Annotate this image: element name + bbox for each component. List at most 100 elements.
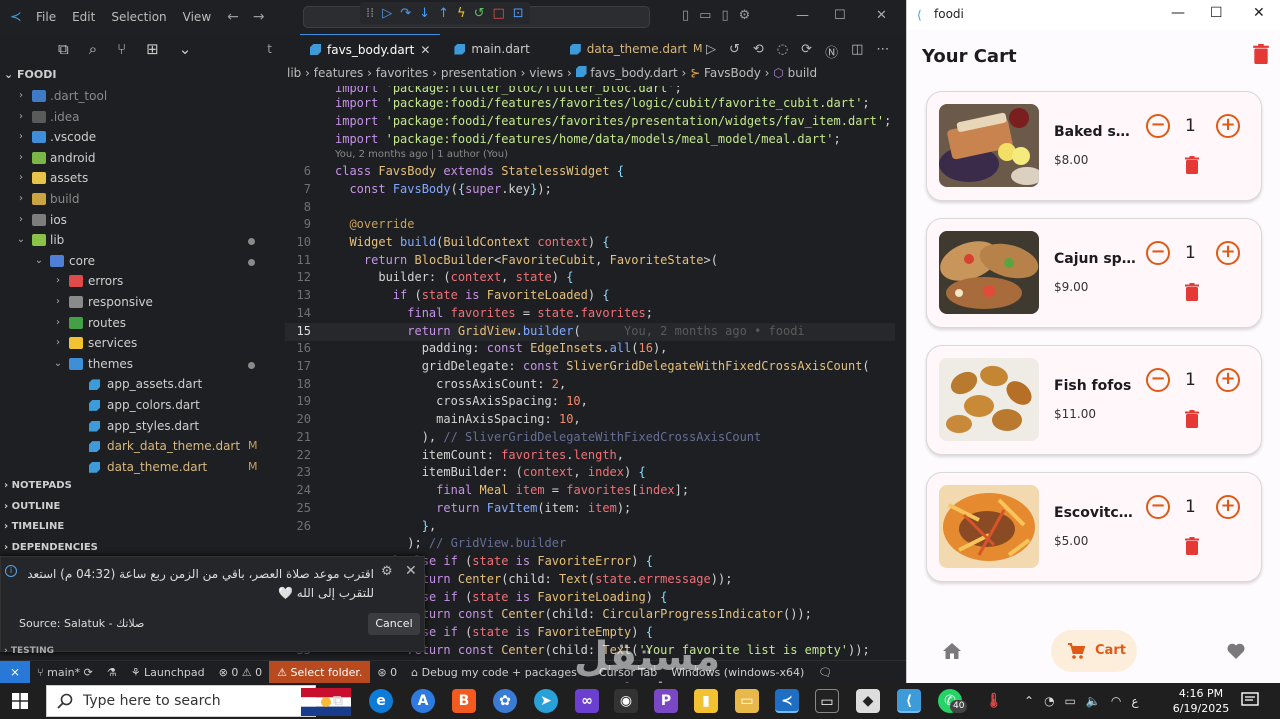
close-tab-icon[interactable]: ✕ <box>420 35 430 65</box>
tab-favs-body[interactable]: favs_body.dart ✕ <box>300 34 441 65</box>
breadcrumb-item[interactable]: features <box>314 66 364 80</box>
tree-item-lib[interactable]: ⌄ lib <box>0 230 272 251</box>
debug-mode-item[interactable]: ⌂ Debug my code + packages <box>404 666 584 679</box>
explorer-icon[interactable]: ⧉ <box>58 40 69 58</box>
tab-main[interactable]: main.dart <box>440 34 559 64</box>
panel-testing[interactable]: › TESTING <box>4 646 54 656</box>
panel-outline[interactable]: › OUTLINE <box>0 497 300 518</box>
language-indicator[interactable]: ع <box>1131 694 1138 708</box>
launchpad-item[interactable]: ⚘ Launchpad <box>124 666 212 679</box>
tree-item-assets[interactable]: › assets <box>0 168 272 189</box>
breadcrumb-item[interactable]: lib <box>287 66 301 80</box>
wifi-icon[interactable]: ◠ <box>1111 694 1121 708</box>
toggle-sidebar-icon[interactable]: ▯ <box>682 8 689 23</box>
tree-item-app-colors[interactable]: app_colors.dart <box>0 395 272 416</box>
tree-item-errors[interactable]: › errors <box>0 271 272 292</box>
app-close-icon[interactable]: ✕ <box>1253 5 1265 21</box>
delete-item-trash-icon[interactable] <box>1185 156 1199 174</box>
tree-item-vscode[interactable]: › .vscode <box>0 127 272 148</box>
tab-data-theme[interactable]: data_theme.dart M <box>560 34 713 64</box>
flutter-app-taskbar-icon[interactable]: ⟨ <box>897 689 921 713</box>
stop-icon[interactable]: □ <box>492 6 504 21</box>
tree-item-responsive[interactable]: › responsive <box>0 292 272 313</box>
taskbar-search-box[interactable]: Type here to search <box>46 685 351 717</box>
minimize-icon[interactable]: — <box>796 8 809 23</box>
step-into-icon[interactable]: ↓ <box>419 6 430 21</box>
timeline-icon[interactable]: ↺ <box>729 42 740 61</box>
delete-all-trash-icon[interactable] <box>1253 44 1269 64</box>
network-icon[interactable]: ▭ <box>1065 694 1076 708</box>
previous-change-icon[interactable]: ◌ <box>777 42 788 61</box>
notifications-bell-icon[interactable]: 🗨 <box>811 666 839 679</box>
breadcrumb-item[interactable]: views <box>529 66 563 80</box>
app-maximize-icon[interactable]: ☐ <box>1210 5 1223 21</box>
tree-item-app-styles[interactable]: app_styles.dart <box>0 416 272 437</box>
step-over-icon[interactable]: ↷ <box>400 6 411 21</box>
file-explorer-icon[interactable]: ▭ <box>735 689 759 713</box>
step-out-icon[interactable]: ↑ <box>438 6 449 21</box>
select-folder-warning[interactable]: ⚠ Select folder. <box>269 660 371 684</box>
breadcrumb-item[interactable]: build <box>788 66 818 80</box>
visual-studio-icon[interactable]: ∞ <box>575 689 599 713</box>
tree-item-routes[interactable]: › routes <box>0 313 272 334</box>
back-arrow-icon[interactable]: ← <box>227 9 239 25</box>
decrease-quantity-button[interactable]: − <box>1146 495 1170 519</box>
problems-indicator[interactable]: ⊗ 0 ⚠ 0 <box>212 666 270 679</box>
toggle-secondary-sidebar-icon[interactable]: ▯ <box>721 8 728 23</box>
delete-item-trash-icon[interactable] <box>1185 283 1199 301</box>
chevron-up-icon[interactable]: ⌃ <box>1024 694 1034 708</box>
notification-settings-gear-icon[interactable]: ⚙ <box>381 564 393 579</box>
menu-selection[interactable]: Selection <box>111 10 166 24</box>
tree-item-dark-data-theme[interactable]: dark_data_theme.dart M <box>0 436 272 457</box>
drag-handle-icon[interactable]: ⁞⁞ <box>366 6 374 21</box>
ports-indicator[interactable]: ⊛ 0 <box>370 666 404 679</box>
more-actions-icon[interactable]: ⋯ <box>876 42 889 61</box>
home-icon[interactable] <box>942 642 962 660</box>
chart-app-icon[interactable]: ▮ <box>694 689 718 713</box>
tree-item-build[interactable]: › build <box>0 189 272 210</box>
telegram-icon[interactable]: ➤ <box>534 689 558 713</box>
app-icon[interactable]: ◆ <box>856 689 880 713</box>
vscode-taskbar-icon[interactable]: ≺ <box>775 689 799 713</box>
run-icon[interactable]: ▷ <box>706 42 716 61</box>
source-control-icon[interactable]: ⑂ <box>117 40 126 58</box>
forward-arrow-icon[interactable]: → <box>253 9 265 25</box>
breadcrumb-item[interactable]: favs_body.dart <box>590 66 677 80</box>
search-icon[interactable]: ⌕ <box>89 40 97 58</box>
panel-timeline[interactable]: › TIMELINE <box>0 517 300 538</box>
branch-indicator[interactable]: ⑂ main* ⟳ <box>30 666 100 679</box>
tree-item-app-assets[interactable]: app_assets.dart <box>0 374 272 395</box>
menu-view[interactable]: View <box>183 10 211 24</box>
delete-item-trash-icon[interactable] <box>1185 410 1199 428</box>
close-icon[interactable]: ✕ <box>876 8 887 23</box>
settings-gear-icon[interactable]: ⚙ <box>739 8 751 23</box>
tree-item-core[interactable]: ⌄ core <box>0 251 272 272</box>
tree-item-services[interactable]: › services <box>0 333 272 354</box>
decrease-quantity-button[interactable]: − <box>1146 368 1170 392</box>
increase-quantity-button[interactable]: + <box>1216 241 1240 265</box>
edge-browser-icon[interactable]: e <box>369 689 393 713</box>
toggle-panel-icon[interactable]: ▭ <box>699 8 711 23</box>
remote-indicator-icon[interactable]: ⨯ <box>0 660 30 684</box>
breadcrumb-item[interactable]: presentation <box>441 66 517 80</box>
terminal-icon[interactable]: ▭ <box>815 689 839 713</box>
git-graph-icon[interactable]: ⚗ <box>100 666 124 679</box>
task-view-icon[interactable]: ⧉ <box>326 689 350 713</box>
tree-item-themes[interactable]: ⌄ themes <box>0 354 272 375</box>
app-icon[interactable]: P <box>654 689 678 713</box>
brave-browser-icon[interactable]: B <box>452 689 476 713</box>
panel-dependencies[interactable]: › DEPENDENCIES <box>0 538 300 559</box>
nav-cart-tab[interactable]: Cart <box>1051 630 1137 672</box>
device-selector[interactable]: Windows (windows-x64) <box>664 666 811 679</box>
continue-icon[interactable]: ▷ <box>382 6 392 21</box>
app-minimize-icon[interactable]: — <box>1171 5 1185 21</box>
delete-item-trash-icon[interactable] <box>1185 537 1199 555</box>
tray-app-icon[interactable]: ◔ <box>1044 694 1054 708</box>
breadcrumb-item[interactable]: FavsBody <box>704 66 761 80</box>
cursor-tab-item[interactable]: Cursor Tab <box>592 666 664 679</box>
codelens-author[interactable]: You, 2 months ago | 1 author (You) <box>335 149 508 160</box>
decrease-quantity-button[interactable]: − <box>1146 241 1170 265</box>
next-change-icon[interactable]: ⟳ <box>801 42 812 61</box>
tree-item-dart-tool[interactable]: › .dart_tool <box>0 86 272 107</box>
increase-quantity-button[interactable]: + <box>1216 114 1240 138</box>
